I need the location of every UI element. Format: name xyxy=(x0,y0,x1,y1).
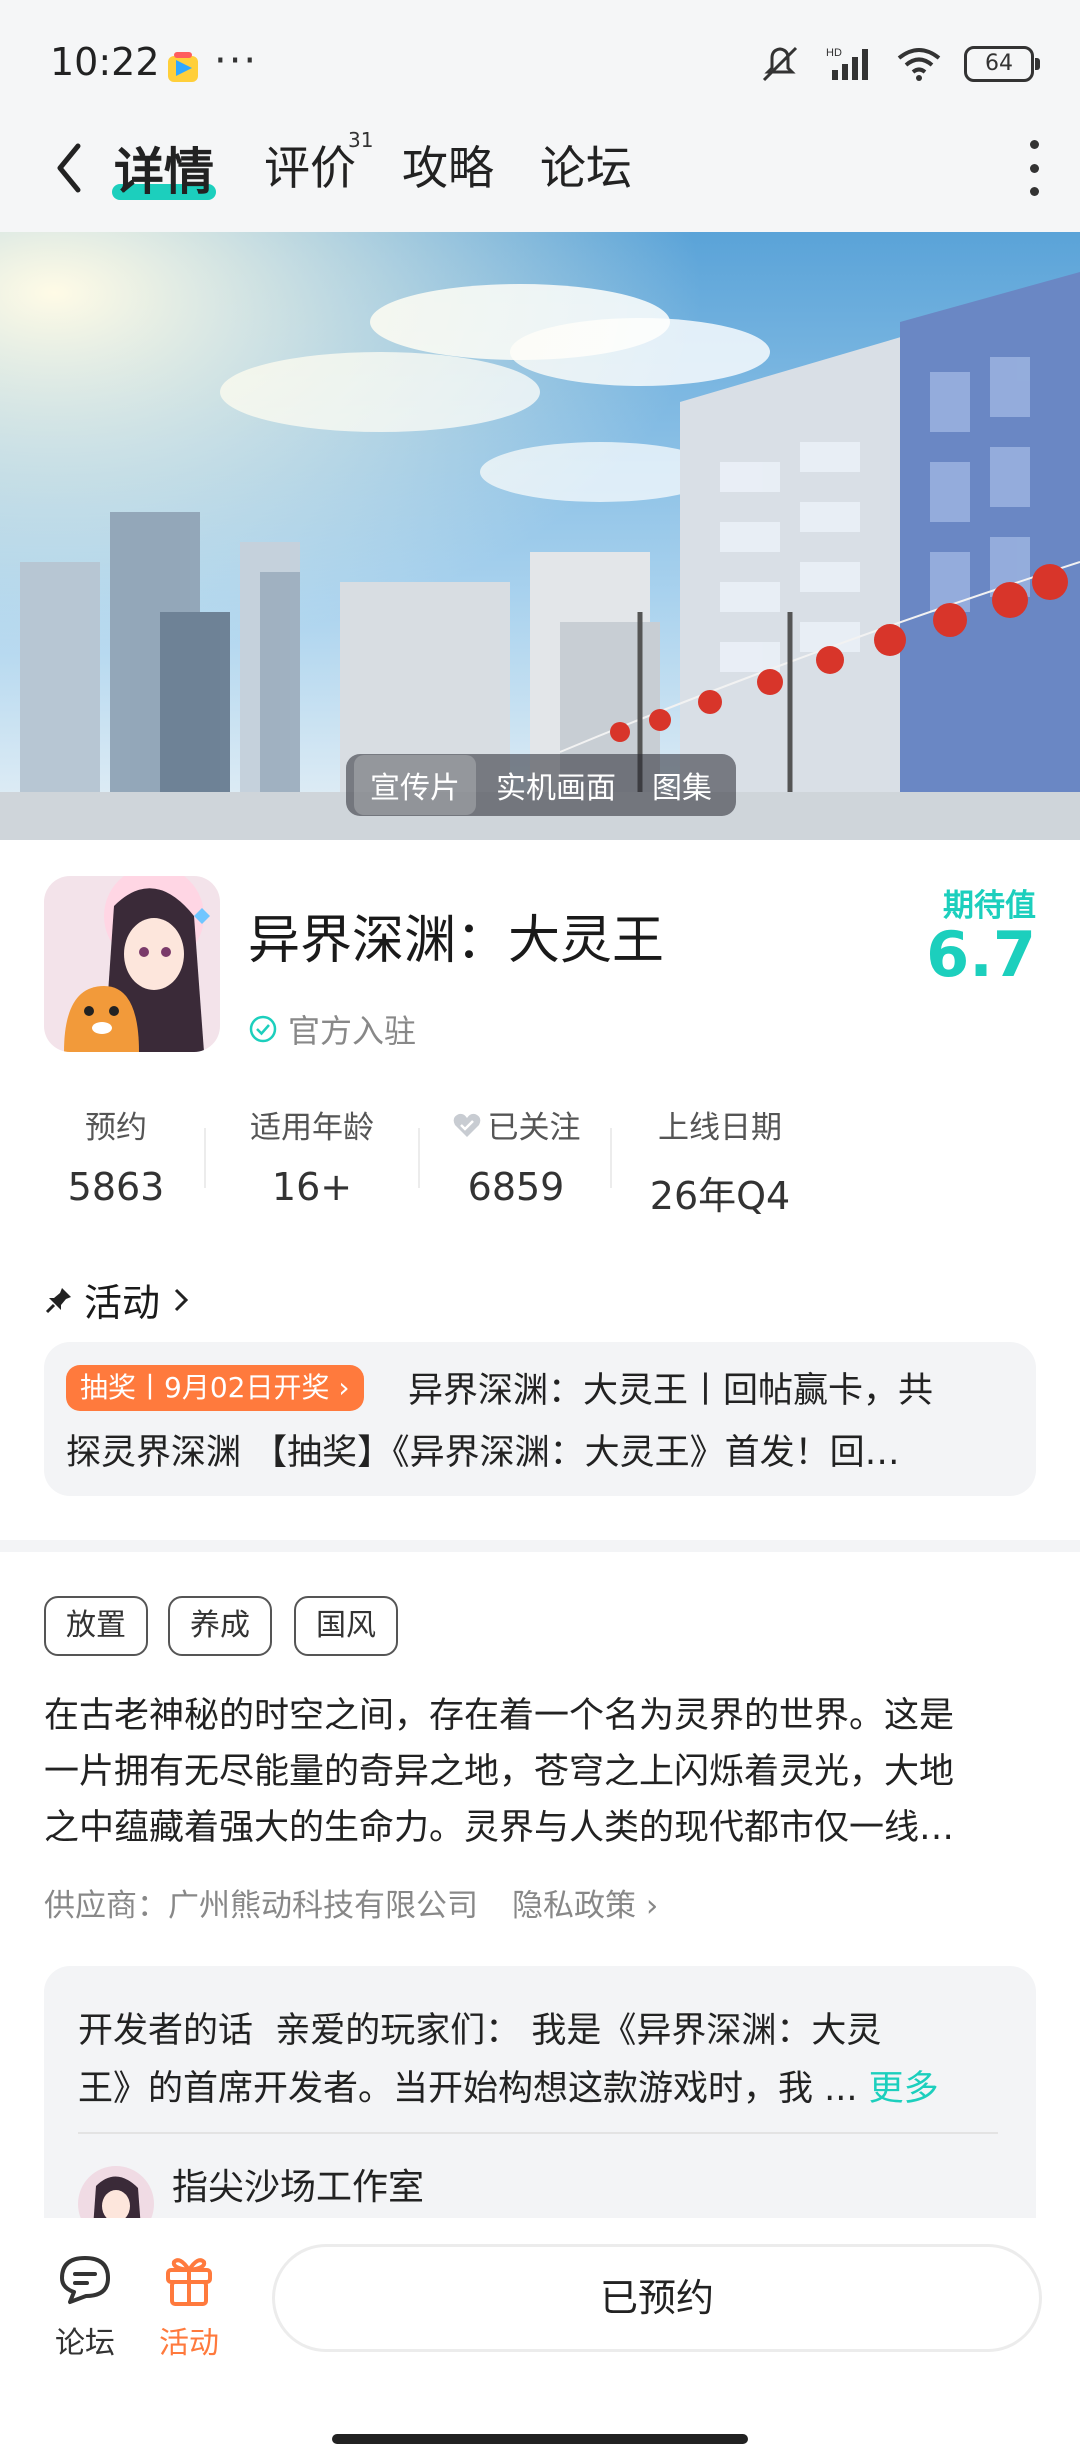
status-dots: ··· xyxy=(214,38,259,84)
game-title: 异界深渊：大灵王 xyxy=(248,911,665,971)
hero-video[interactable] xyxy=(0,232,1080,840)
battery-indicator: 64 xyxy=(964,46,1040,82)
divider xyxy=(610,1128,612,1188)
developer-text-line2: 王》的首席开发者。当开始构想这款游戏时，我 ... 更多 xyxy=(78,2060,939,2111)
developer-name[interactable]: 指尖沙场工作室 xyxy=(172,2158,424,2210)
description-line3[interactable]: 之中蕴藏着强大的生命力。灵界与人类的现代都市仅一线… xyxy=(44,1800,1036,1856)
stat-label: 已关注 xyxy=(487,1110,581,1146)
description-line2: 一片拥有无尽能量的奇异之地，苍穹之上闪烁着灵光，大地 xyxy=(44,1752,955,1792)
vendor-label: 供应商：广州熊动科技有限公司 xyxy=(44,1888,478,1924)
tab-guides[interactable]: 攻略 xyxy=(402,132,494,198)
activity-button[interactable]: 活动 xyxy=(144,2252,234,2362)
verified-check-icon xyxy=(249,1015,277,1043)
media-tab-trailer[interactable]: 宣传片 xyxy=(354,755,476,815)
stat-value: 5863 xyxy=(67,1165,165,1209)
stat-age-rating: 适用年龄 16+ xyxy=(212,1102,412,1209)
developer-message-cont: 王》的首席开发者。当开始构想这款游戏时，我 ... xyxy=(78,2069,858,2109)
stat-label: 预约 xyxy=(85,1110,147,1146)
activity-text-line1: 异界深渊：大灵王丨回帖赢卡，共 xyxy=(408,1371,934,1411)
expectation-value: 6.7 xyxy=(926,918,1036,991)
chevron-right-icon xyxy=(174,1288,189,1311)
stat-value: 16+ xyxy=(271,1165,353,1209)
official-label: 官方入驻 xyxy=(288,1012,417,1050)
tab-reviews[interactable]: 评价 xyxy=(264,132,356,198)
tab-details[interactable]: 详情 xyxy=(114,132,214,204)
status-time: 10:22 xyxy=(50,40,160,84)
forum-chat-icon xyxy=(60,2256,110,2304)
description-line1: 在古老神秘的时空之间，存在着一个名为灵界的世界。这是 xyxy=(44,1696,955,1736)
activity-header[interactable]: 活动 xyxy=(44,1272,192,1327)
media-tab-gallery[interactable]: 图集 xyxy=(636,755,728,815)
more-options-icon[interactable] xyxy=(1028,140,1040,196)
lottery-badge[interactable]: 抽奖丨9月02日开奖 › xyxy=(66,1365,364,1411)
stat-value: 26年Q4 xyxy=(649,1174,791,1218)
tag-chinese-style[interactable]: 国风 xyxy=(294,1596,398,1656)
developer-text-line1: 开发者的话 亲爱的玩家们： 我是《异界深渊：大灵 xyxy=(78,2002,881,2053)
status-icons: HD 64 xyxy=(758,44,1040,84)
lottery-badge-text: 抽奖丨9月02日开奖 xyxy=(80,1371,330,1404)
section-separator xyxy=(0,1540,1080,1552)
signal-icon: HD xyxy=(826,47,868,80)
developer-message: 亲爱的玩家们： 我是《异界深渊：大灵 xyxy=(275,2011,882,2051)
stat-release-date: 上线日期 26年Q4 xyxy=(620,1102,820,1220)
heart-check-icon xyxy=(453,1113,480,1137)
tag-idle[interactable]: 放置 xyxy=(44,1596,148,1656)
divider xyxy=(204,1128,206,1188)
stat-follows[interactable]: 已关注 6859 xyxy=(416,1102,616,1209)
gift-icon xyxy=(166,2258,212,2306)
forum-label: 论坛 xyxy=(55,2326,115,2361)
tag-cultivation[interactable]: 养成 xyxy=(168,1596,272,1656)
activity-heading: 活动 xyxy=(84,1281,161,1325)
back-arrow-icon[interactable] xyxy=(48,138,96,198)
forum-button[interactable]: 论坛 xyxy=(40,2252,130,2362)
city-illustration xyxy=(0,232,1080,840)
developer-heading: 开发者的话 xyxy=(78,2011,254,2051)
stat-value: 6859 xyxy=(467,1165,565,1209)
more-link[interactable]: 更多 xyxy=(869,2069,939,2109)
divider xyxy=(78,2132,998,2134)
svg-text:HD: HD xyxy=(826,47,842,59)
stat-label: 上线日期 xyxy=(658,1110,782,1146)
pin-icon xyxy=(45,1287,71,1313)
app-store-icon xyxy=(168,52,198,82)
media-tab-switcher: 宣传片 实机画面 图集 xyxy=(346,754,736,816)
activity-label: 活动 xyxy=(159,2326,219,2361)
mute-icon xyxy=(762,46,798,82)
tab-forum[interactable]: 论坛 xyxy=(540,132,632,198)
reviews-count-badge: 31 xyxy=(348,128,374,152)
vendor-row: 供应商：广州熊动科技有限公司 隐私政策 › xyxy=(44,1880,658,1925)
home-indicator[interactable] xyxy=(332,2434,748,2444)
official-badge: 官方入驻 xyxy=(248,1006,416,1052)
stat-reservations: 预约 5863 xyxy=(16,1102,216,1209)
reserved-button[interactable]: 已预约 xyxy=(272,2244,1042,2352)
wifi-icon xyxy=(897,48,941,81)
game-icon xyxy=(44,876,220,1052)
stat-label: 适用年龄 xyxy=(250,1110,374,1146)
media-tab-gameplay[interactable]: 实机画面 xyxy=(480,755,632,815)
activity-text-line2: 探灵界深渊 【抽奖】《异界深渊：大灵王》首发！回… xyxy=(66,1433,900,1473)
privacy-policy-link[interactable]: 隐私政策 › xyxy=(512,1880,658,1925)
